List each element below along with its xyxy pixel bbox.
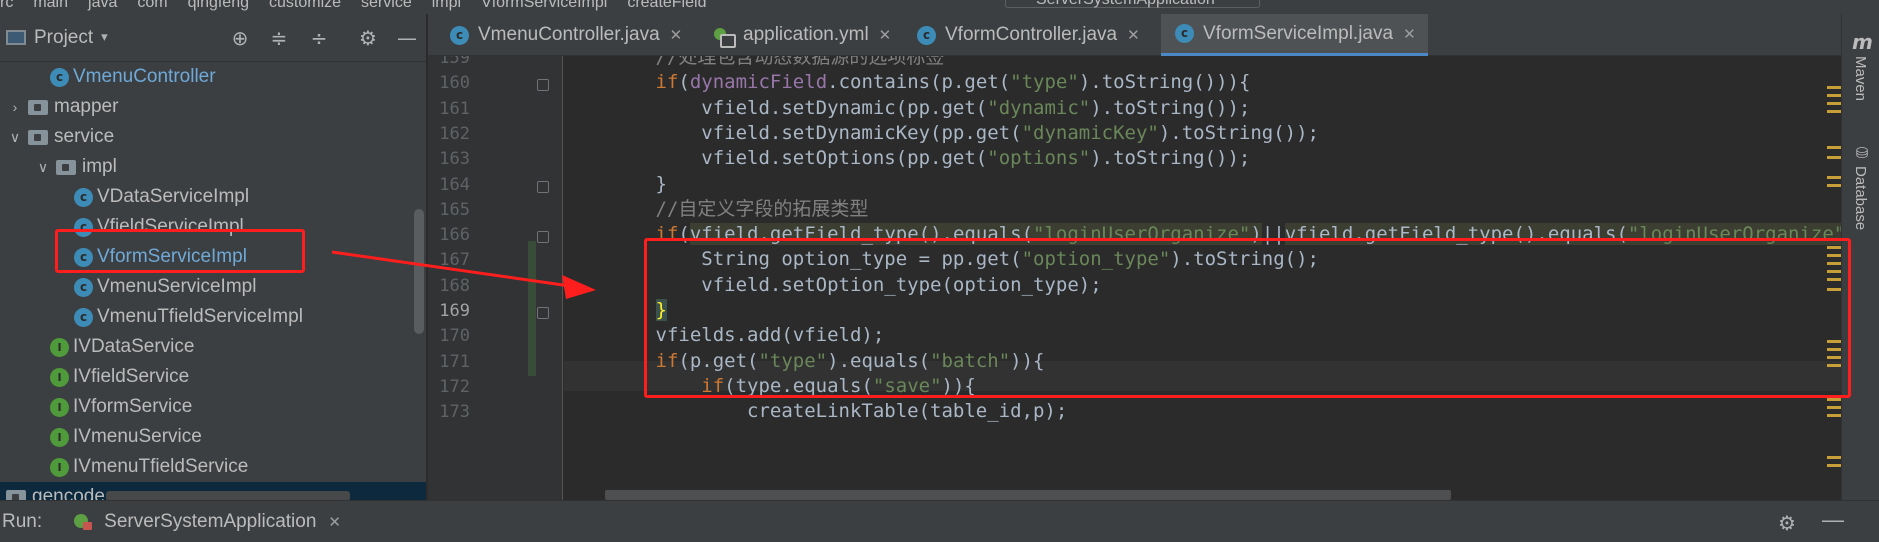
gear-icon[interactable]: ⚙ — [1778, 511, 1796, 536]
annotation-arrow — [331, 250, 596, 299]
close-icon[interactable]: ✕ — [328, 513, 341, 531]
minimize-icon[interactable]: — — [1822, 507, 1844, 533]
spring-boot-icon — [72, 512, 94, 532]
run-tool-bar: Run: ServerSystemApplication ✕ ⚙ — — [0, 500, 1879, 542]
run-label: Run: — [2, 510, 43, 532]
run-tab-label[interactable]: ServerSystemApplication — [104, 511, 316, 533]
